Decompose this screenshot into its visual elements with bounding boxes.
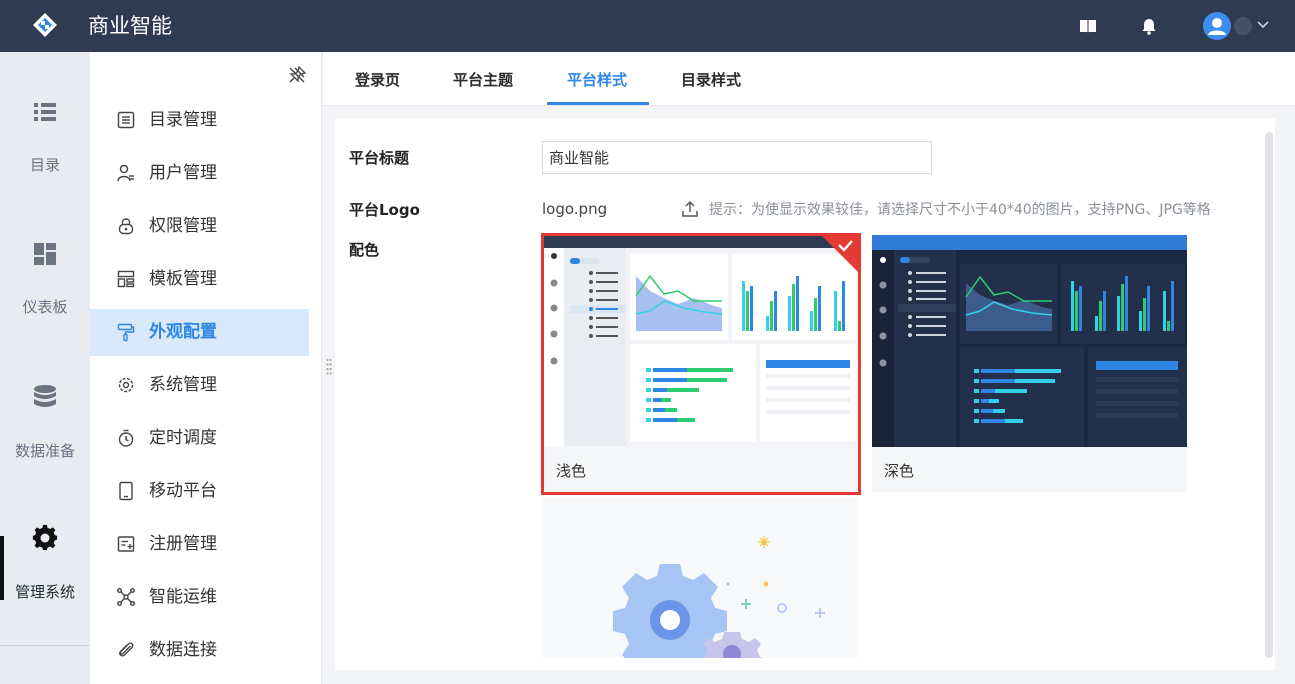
rail-item-dashboard[interactable]: 仪表板 bbox=[0, 240, 90, 350]
menu-item-label: 移动平台 bbox=[149, 481, 217, 501]
theme-card-light[interactable]: 浅色 bbox=[541, 233, 861, 495]
chevron-down-icon[interactable] bbox=[1256, 18, 1270, 32]
menu-item-registration[interactable]: 注册管理 bbox=[90, 521, 309, 568]
menu-item-scheduling[interactable]: 定时调度 bbox=[90, 415, 309, 462]
platform-logo-label: 平台Logo bbox=[349, 201, 420, 219]
primary-nav-rail: 目录 仪表板 数据准备 管理系统 bbox=[0, 52, 90, 684]
unpin-icon[interactable] bbox=[288, 66, 306, 84]
rail-divider bbox=[0, 645, 90, 646]
gear-icon bbox=[32, 524, 58, 551]
menu-item-user-mgmt[interactable]: 用户管理 bbox=[90, 150, 309, 197]
light-theme-preview bbox=[544, 236, 858, 446]
user-avatar-icon[interactable] bbox=[1203, 12, 1231, 40]
app-logo-icon[interactable] bbox=[32, 12, 58, 38]
rail-item-label: 数据准备 bbox=[14, 442, 75, 460]
menu-item-template-mgmt[interactable]: 模板管理 bbox=[90, 256, 309, 303]
paint-roller-icon bbox=[117, 323, 135, 342]
stopwatch-icon bbox=[118, 429, 134, 447]
list-icon bbox=[34, 103, 56, 121]
network-icon bbox=[117, 588, 135, 606]
menu-item-appearance[interactable]: 外观配置 bbox=[90, 309, 309, 356]
lock-icon bbox=[118, 218, 134, 235]
menu-item-smart-ops[interactable]: 智能运维 bbox=[90, 574, 309, 621]
secondary-menu: 目录管理 用户管理 权限管理 模板管理 外观配置 系统管理 定时调度 移动平台 … bbox=[90, 52, 322, 684]
vertical-scrollbar[interactable] bbox=[1265, 132, 1273, 658]
menu-item-label: 注册管理 bbox=[149, 534, 217, 554]
menu-item-label: 用户管理 bbox=[149, 163, 217, 183]
upload-icon[interactable] bbox=[681, 200, 699, 218]
color-scheme-label: 配色 bbox=[349, 241, 380, 259]
theme-name-dark: 深色 bbox=[884, 462, 915, 480]
settings-tabs: 登录页 平台主题 平台样式 目录样式 bbox=[323, 52, 1295, 106]
custom-theme-placeholder[interactable] bbox=[542, 498, 858, 658]
menu-item-system-mgmt[interactable]: 系统管理 bbox=[90, 362, 309, 409]
template-icon bbox=[117, 270, 135, 288]
menu-item-label: 智能运维 bbox=[149, 587, 217, 607]
menu-item-label: 权限管理 bbox=[149, 216, 217, 236]
bell-icon[interactable] bbox=[1139, 16, 1159, 36]
paperclip-icon bbox=[119, 642, 134, 657]
tab-login-page[interactable]: 登录页 bbox=[355, 70, 400, 90]
rail-item-label: 目录 bbox=[29, 156, 60, 174]
rail-item-admin[interactable]: 管理系统 bbox=[0, 524, 90, 634]
rail-item-catalog[interactable]: 目录 bbox=[0, 98, 90, 208]
database-icon bbox=[34, 385, 56, 407]
menu-item-label: 数据连接 bbox=[149, 640, 217, 660]
gear-illustration-icon bbox=[613, 536, 825, 658]
active-tab-indicator bbox=[547, 102, 649, 105]
menu-item-label: 外观配置 bbox=[149, 322, 217, 342]
app-title: 商业智能 bbox=[88, 14, 172, 38]
book-icon[interactable] bbox=[1078, 16, 1098, 36]
register-icon bbox=[117, 536, 135, 552]
logo-filename: logo.png bbox=[542, 200, 608, 218]
menu-item-mobile-platform[interactable]: 移动平台 bbox=[90, 468, 309, 515]
menu-item-label: 定时调度 bbox=[149, 428, 217, 448]
menu-item-label: 系统管理 bbox=[149, 375, 217, 395]
dark-theme-preview bbox=[872, 235, 1187, 447]
user-list-icon bbox=[117, 164, 134, 182]
settings-icon bbox=[118, 377, 134, 393]
logo-upload-hint: 提示：为使显示效果较佳，请选择尺寸不小于40*40的图片，支持PNG、JPG等格 bbox=[709, 202, 1211, 218]
dashboard-icon bbox=[34, 243, 56, 265]
top-bar: 商业智能 bbox=[0, 0, 1295, 52]
theme-card-dark[interactable]: 深色 bbox=[872, 235, 1187, 492]
resize-handle-icon[interactable] bbox=[326, 358, 332, 376]
rail-active-indicator bbox=[0, 536, 4, 600]
rail-item-label: 管理系统 bbox=[14, 583, 75, 601]
menu-item-permission-mgmt[interactable]: 权限管理 bbox=[90, 203, 309, 250]
menu-item-catalog-mgmt[interactable]: 目录管理 bbox=[90, 97, 309, 144]
tab-platform-style[interactable]: 平台样式 bbox=[567, 70, 627, 90]
platform-title-label: 平台标题 bbox=[349, 149, 410, 167]
rail-item-data-prep[interactable]: 数据准备 bbox=[0, 383, 90, 493]
username-blurred bbox=[1234, 17, 1252, 35]
platform-title-input[interactable] bbox=[542, 141, 932, 174]
tablet-icon bbox=[119, 481, 133, 501]
theme-name-light: 浅色 bbox=[556, 462, 587, 480]
menu-item-label: 模板管理 bbox=[149, 269, 217, 289]
tab-catalog-style[interactable]: 目录样式 bbox=[681, 70, 741, 90]
selected-check-icon bbox=[822, 236, 858, 272]
menu-item-data-connection[interactable]: 数据连接 bbox=[90, 627, 309, 674]
menu-item-label: 目录管理 bbox=[149, 110, 217, 130]
rail-item-label: 仪表板 bbox=[22, 298, 68, 316]
document-list-icon bbox=[117, 111, 135, 129]
tab-platform-theme[interactable]: 平台主题 bbox=[453, 70, 513, 90]
